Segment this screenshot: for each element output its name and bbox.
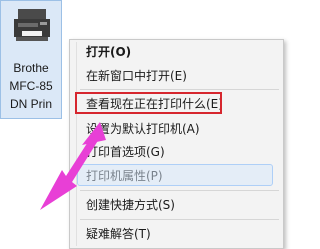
printer-label-line-3: DN Prin: [9, 97, 52, 111]
context-menu: 打开(O) 在新窗口中打开(E) 查看现在正在打印什么(E) 设置为默认打印机(…: [69, 39, 284, 249]
menu-separator: [80, 89, 279, 90]
menu-item-printing-preferences[interactable]: 打印首选项(G): [86, 142, 277, 162]
printer-label-line-2: MFC-85: [9, 79, 53, 93]
menu-item-open[interactable]: 打开(O): [86, 42, 277, 62]
printer-icon: [14, 9, 50, 41]
printer-desktop-icon[interactable]: Brothe MFC-85 DN Prin: [0, 0, 62, 119]
menu-item-create-shortcut[interactable]: 创建快捷方式(S): [86, 195, 277, 215]
menu-item-troubleshoot[interactable]: 疑难解答(T): [86, 224, 277, 244]
menu-gutter: [76, 42, 77, 246]
annotation-highlight-box: [75, 92, 222, 114]
printer-label-line-1: Brothe: [13, 61, 49, 75]
menu-separator: [80, 190, 279, 191]
menu-item-open-new-window[interactable]: 在新窗口中打开(E): [86, 66, 277, 86]
menu-hover-highlight: [77, 164, 273, 186]
menu-item-set-default-printer[interactable]: 设置为默认打印机(A): [86, 119, 277, 139]
menu-separator: [80, 219, 279, 220]
